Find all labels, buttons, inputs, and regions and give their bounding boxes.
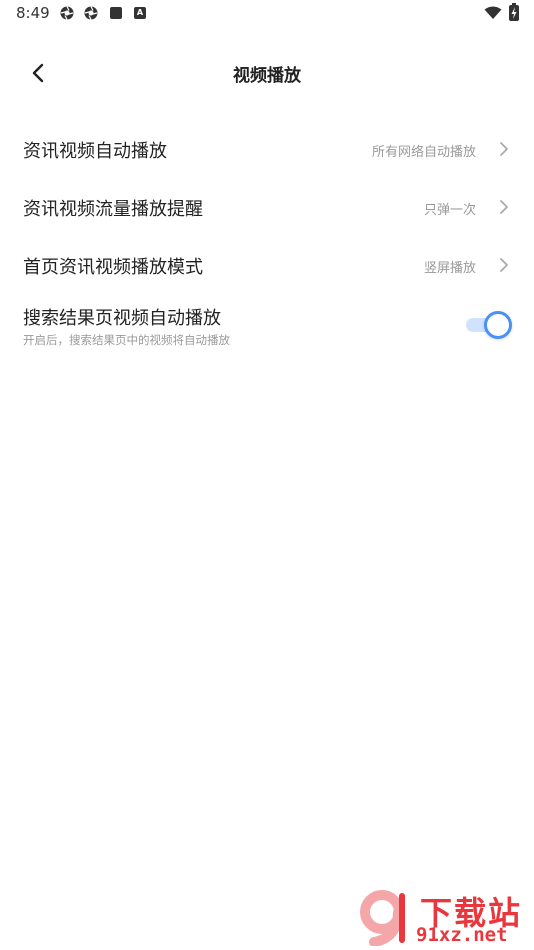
battery-charging-icon (509, 3, 519, 21)
chevron-right-icon (500, 200, 508, 214)
toggle-knob (484, 311, 512, 339)
chevron-right-icon (500, 258, 508, 272)
setting-row-auto-play[interactable]: 资讯视频自动播放 所有网络自动播放 (0, 120, 534, 178)
logo-nine-icon (360, 890, 405, 946)
setting-value: 所有网络自动播放 (371, 145, 476, 160)
setting-label: 搜索结果页视频自动播放 (23, 308, 221, 329)
setting-row-search-auto-play: 搜索结果页视频自动播放 开启后，搜索结果页中的视频将自动播放 (0, 294, 534, 364)
setting-value: 只弹一次 (423, 203, 476, 218)
setting-value: 竖屏播放 (423, 261, 476, 276)
search-auto-play-toggle[interactable] (464, 311, 512, 339)
a-badge-icon: A (134, 7, 146, 19)
setting-label: 资讯视频流量播放提醒 (23, 199, 203, 220)
aperture-icon (84, 6, 98, 20)
square-icon (110, 7, 122, 19)
settings-list: 资讯视频自动播放 所有网络自动播放 资讯视频流量播放提醒 只弹一次 首页资讯视频… (0, 120, 534, 364)
setting-label: 首页资讯视频播放模式 (23, 257, 203, 278)
status-time: 8:49 (16, 4, 50, 22)
status-bar: 8:49 A (0, 0, 534, 28)
watermark-url: 91xz.net (416, 924, 508, 946)
setting-row-play-mode[interactable]: 首页资讯视频播放模式 竖屏播放 (0, 236, 534, 294)
wifi-icon (484, 6, 502, 19)
setting-label: 资讯视频自动播放 (23, 141, 167, 162)
aperture-icon (60, 6, 74, 20)
watermark-logo: 下载站 91xz.net (358, 886, 528, 948)
page-header: 视频播放 (0, 48, 534, 98)
setting-description: 开启后，搜索结果页中的视频将自动播放 (23, 333, 230, 347)
setting-row-data-reminder[interactable]: 资讯视频流量播放提醒 只弹一次 (0, 178, 534, 236)
chevron-right-icon (500, 142, 508, 156)
page-title: 视频播放 (233, 66, 301, 86)
